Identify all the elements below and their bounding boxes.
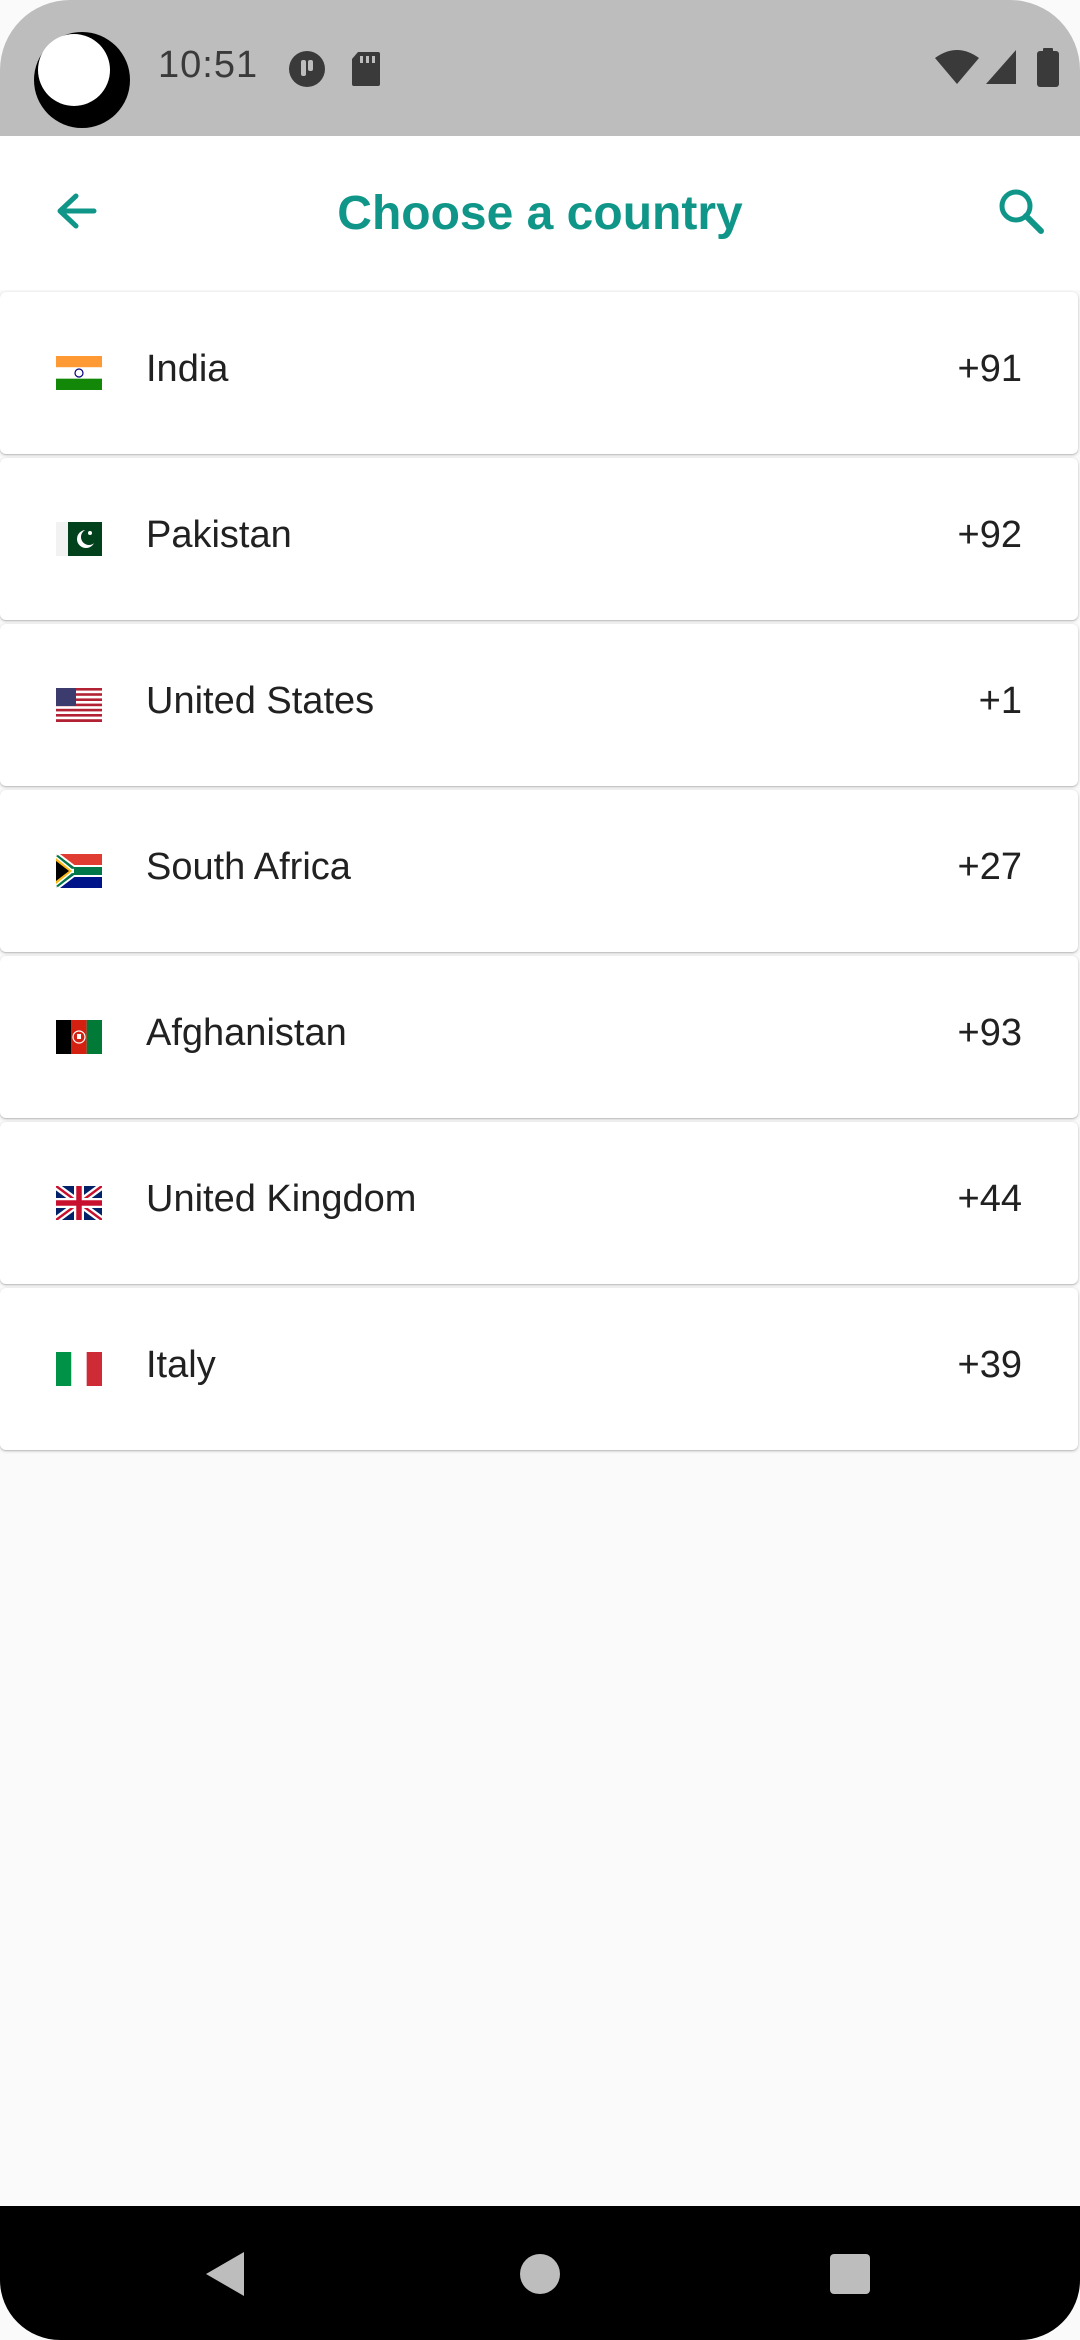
page-title: Choose a country xyxy=(337,187,743,240)
status-bar: 10:51 xyxy=(0,0,1080,136)
country-item-india[interactable]: India +91 xyxy=(0,292,1078,454)
country-list: India +91 Pakistan +92 United States +1 … xyxy=(0,292,1080,1454)
cellular-signal-icon xyxy=(984,48,1018,91)
dial-code: +93 xyxy=(957,1012,1022,1054)
nav-back-icon[interactable] xyxy=(196,2244,256,2304)
app-notification-icon xyxy=(288,50,326,93)
country-item-italy[interactable]: Italy +39 xyxy=(0,1288,1078,1450)
country-name: Pakistan xyxy=(146,514,292,556)
country-name: United Kingdom xyxy=(146,1178,417,1220)
country-name: United States xyxy=(146,680,375,722)
flag-united-states-icon xyxy=(56,688,102,722)
country-name: Italy xyxy=(146,1344,216,1386)
dial-code: +92 xyxy=(957,514,1022,556)
country-name: Afghanistan xyxy=(146,1012,347,1054)
country-name: South Africa xyxy=(146,846,351,888)
battery-icon xyxy=(1036,48,1060,93)
country-item-united-states[interactable]: United States +1 xyxy=(0,624,1078,786)
flag-afghanistan-icon xyxy=(56,1020,102,1054)
sd-card-icon xyxy=(350,50,382,93)
country-name: India xyxy=(146,348,229,390)
search-icon xyxy=(995,185,1047,242)
dial-code: +91 xyxy=(957,348,1022,390)
flag-united-kingdom-icon xyxy=(53,1183,105,1223)
dial-code: +39 xyxy=(957,1344,1022,1386)
app-bar: Choose a country xyxy=(0,136,1080,290)
nav-recents-icon[interactable] xyxy=(820,2244,880,2304)
country-item-pakistan[interactable]: Pakistan +92 xyxy=(0,458,1078,620)
camera-cutout xyxy=(34,32,130,128)
country-item-united-kingdom[interactable]: United Kingdom +44 xyxy=(0,1122,1078,1284)
dial-code: +1 xyxy=(978,680,1022,722)
flag-italy-icon xyxy=(56,1352,102,1386)
wifi-icon xyxy=(934,48,980,91)
search-button[interactable] xyxy=(982,174,1060,252)
phone-screen: 10:51 Choose a country India +91 Pakista… xyxy=(0,0,1080,2340)
status-time: 10:51 xyxy=(158,44,259,86)
nav-home-icon[interactable] xyxy=(510,2244,570,2304)
dial-code: +44 xyxy=(957,1178,1022,1220)
navigation-bar xyxy=(0,2206,1080,2340)
flag-india-icon xyxy=(56,356,102,390)
flag-south-africa-icon xyxy=(56,854,102,888)
flag-pakistan-icon xyxy=(56,522,102,556)
country-item-south-africa[interactable]: South Africa +27 xyxy=(0,790,1078,952)
dial-code: +27 xyxy=(957,846,1022,888)
country-item-afghanistan[interactable]: Afghanistan +93 xyxy=(0,956,1078,1118)
